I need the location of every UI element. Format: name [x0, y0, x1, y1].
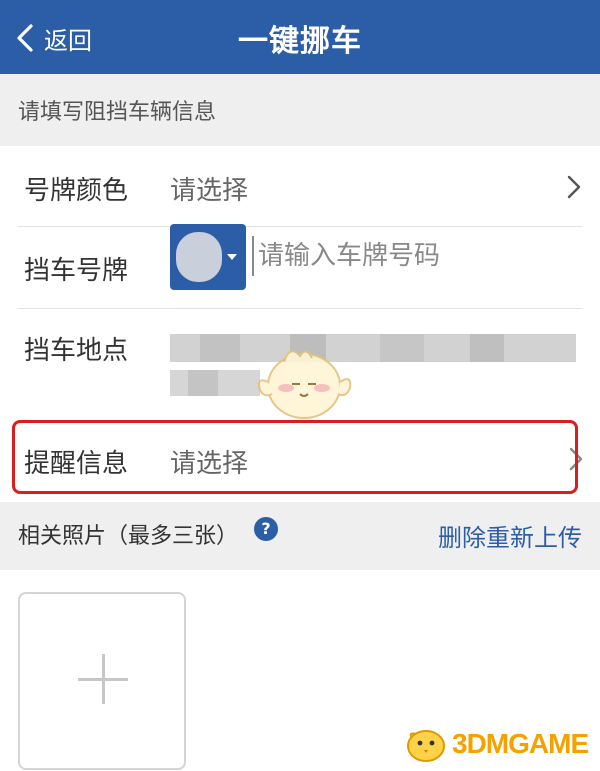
page-title: 一键挪车	[238, 24, 362, 59]
navbar: 返回 一键挪车	[0, 0, 600, 74]
caret-down-icon	[227, 254, 237, 260]
plate-number-input[interactable]	[252, 236, 578, 276]
mascot-watermark	[258, 350, 352, 419]
location-value-blurred	[170, 334, 576, 396]
help-icon[interactable]: ?	[254, 517, 278, 541]
chevron-right-icon	[567, 175, 581, 199]
plate-color-label: 号牌颜色	[24, 176, 129, 206]
plate-color-value[interactable]: 请选择	[170, 170, 248, 207]
location-label: 挡车地点	[24, 336, 129, 366]
highlight-box	[12, 420, 578, 494]
province-value-blurred	[176, 232, 222, 282]
section-hint: 请填写阻挡车辆信息	[18, 100, 217, 125]
add-photo-button[interactable]	[18, 592, 186, 770]
delete-reupload-link[interactable]: 删除重新上传	[438, 518, 582, 553]
site-watermark: 3DMGAME	[404, 724, 589, 764]
divider	[18, 226, 582, 227]
photos-label: 相关照片（最多三张）	[18, 524, 239, 549]
chick-logo-icon	[407, 730, 445, 762]
divider	[18, 308, 582, 309]
plate-province-selector[interactable]	[170, 224, 246, 290]
plate-number-label: 挡车号牌	[24, 256, 129, 286]
watermark-text: 3DMGAME	[452, 728, 589, 759]
